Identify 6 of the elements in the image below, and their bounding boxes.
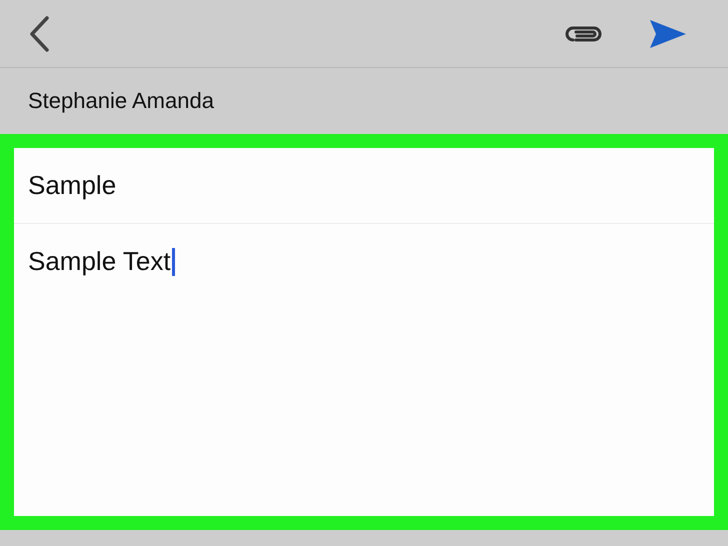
subject-field[interactable]: Sample (28, 170, 116, 201)
back-icon[interactable] (28, 16, 50, 52)
send-icon[interactable] (648, 18, 688, 50)
recipient-name: Stephanie Amanda (28, 88, 214, 114)
message-body-field[interactable]: Sample Text (28, 246, 171, 277)
paperclip-icon[interactable] (564, 24, 602, 44)
